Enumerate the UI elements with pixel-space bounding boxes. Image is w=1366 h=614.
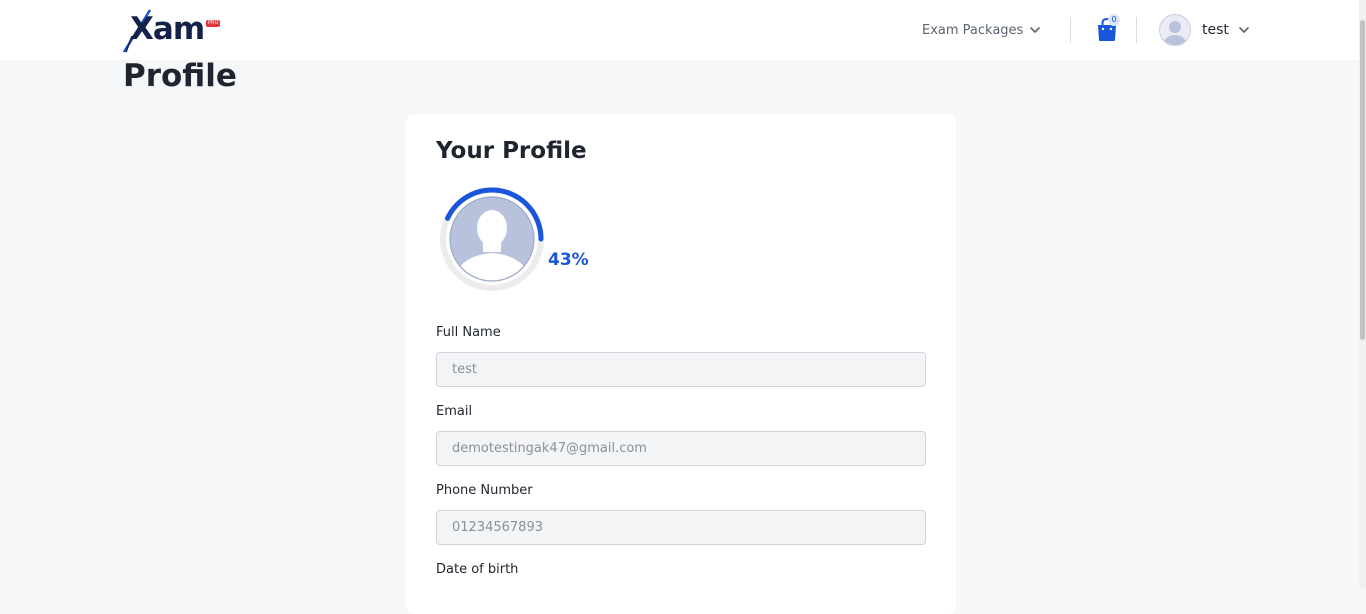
nav-divider	[1136, 17, 1137, 43]
top-navbar: Xam PRO Exam Packages 0 test	[0, 0, 1366, 60]
user-menu[interactable]: test	[1159, 14, 1250, 46]
page-title: Profile	[123, 58, 237, 94]
phone-field[interactable]	[436, 510, 926, 545]
full-name-field[interactable]	[436, 352, 926, 387]
page-scrollbar[interactable]	[1359, 0, 1366, 589]
user-placeholder-icon	[1163, 21, 1187, 45]
phone-label: Phone Number	[436, 483, 533, 498]
profile-completion-ring	[439, 186, 545, 292]
completion-percent: 43%	[548, 250, 589, 270]
chevron-down-icon	[1030, 27, 1041, 33]
cart-button[interactable]: 0	[1092, 14, 1122, 44]
progress-ring-graphic	[440, 187, 544, 291]
full-name-label: Full Name	[436, 325, 501, 340]
email-label: Email	[436, 404, 473, 419]
scrollbar-thumb[interactable]	[1360, 20, 1365, 340]
xam-logo[interactable]: Xam PRO	[122, 6, 222, 56]
logo-badge: PRO	[206, 20, 221, 27]
exam-packages-label: Exam Packages	[922, 22, 1024, 38]
cart-count-badge: 0	[1108, 14, 1120, 26]
card-title: Your Profile	[436, 138, 587, 164]
logo-text: Xam	[130, 11, 205, 47]
avatar	[1159, 14, 1191, 46]
user-name: test	[1202, 22, 1229, 38]
profile-card: Your Profile 43% Full Name Email Phone N…	[406, 114, 956, 614]
chevron-down-icon	[1239, 27, 1249, 33]
exam-packages-dropdown[interactable]: Exam Packages	[922, 20, 1041, 40]
email-field[interactable]	[436, 431, 926, 466]
nav-divider	[1070, 17, 1071, 43]
dob-label: Date of birth	[436, 562, 519, 577]
